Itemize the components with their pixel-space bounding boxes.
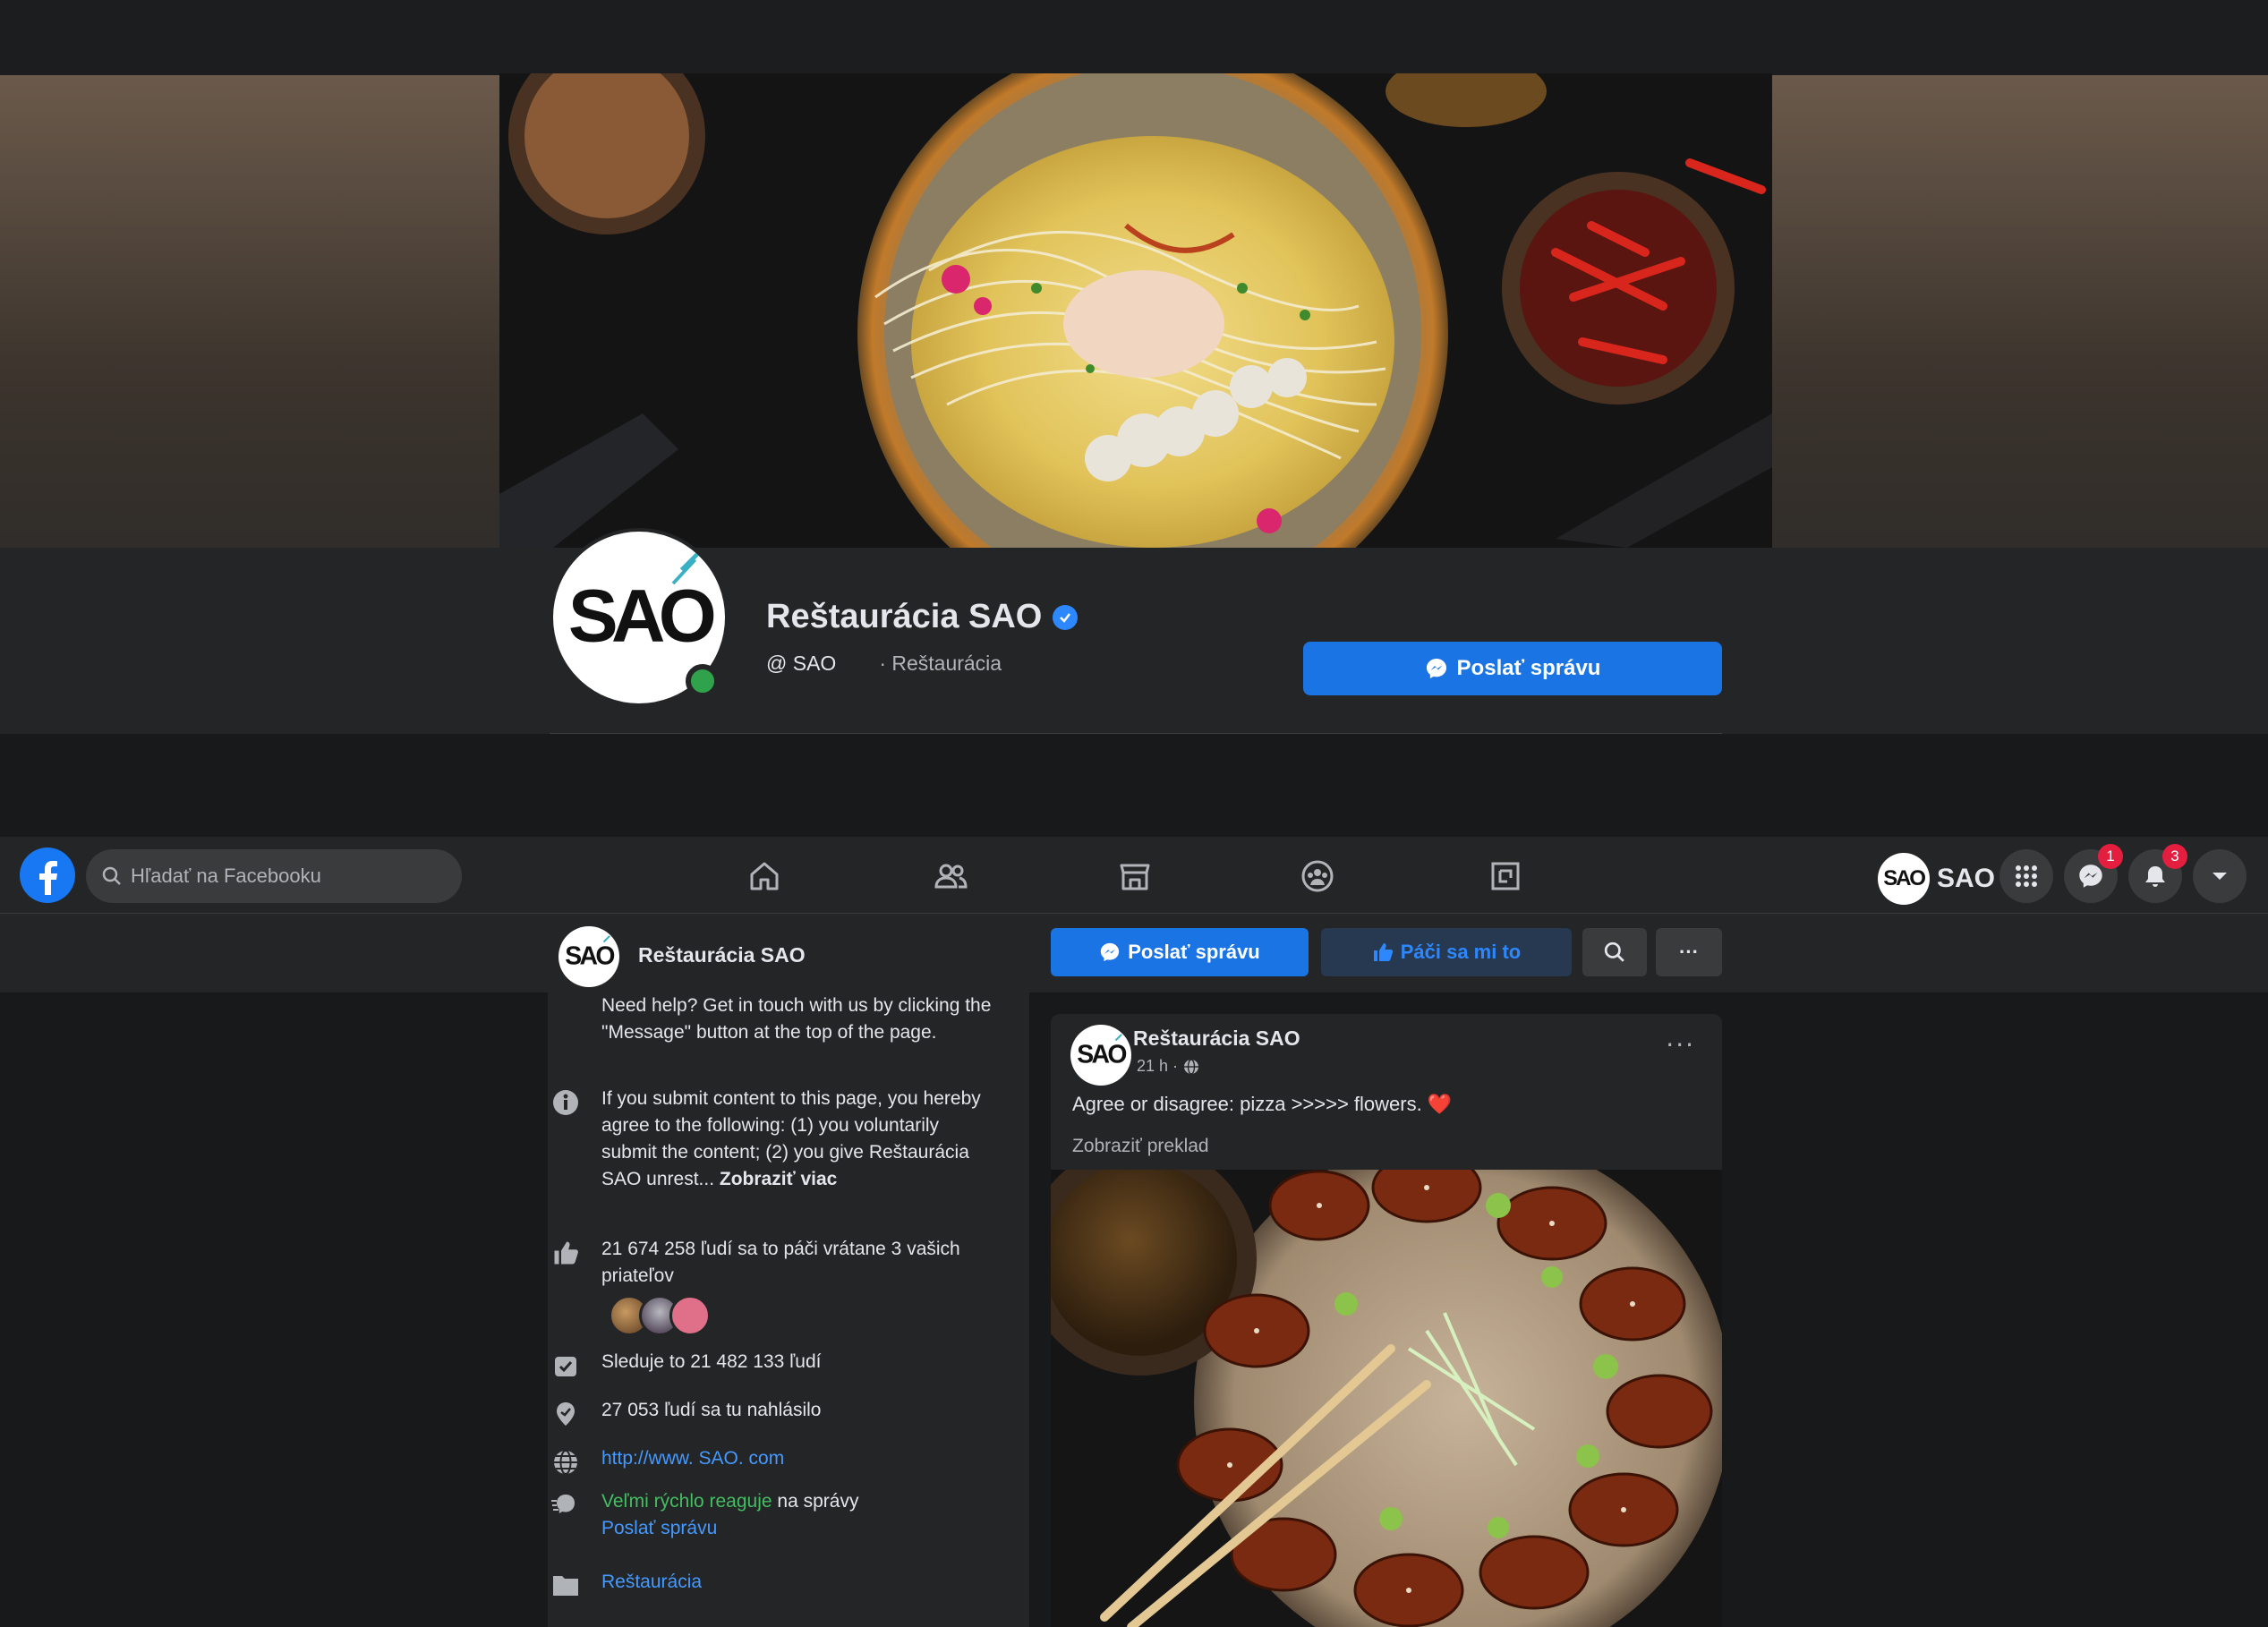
page-name-text: Reštaurácia SAO bbox=[766, 598, 1043, 635]
messenger-button[interactable]: 1 bbox=[2064, 844, 2123, 903]
action-send-message-button[interactable]: Poslať správu bbox=[1051, 928, 1309, 976]
post-photo[interactable] bbox=[1051, 1170, 1722, 1627]
groups-icon[interactable] bbox=[1294, 853, 1341, 899]
profile-shortcut-label: SAO bbox=[1937, 864, 1996, 893]
profile-shortcut[interactable]: SAO SAO bbox=[1878, 853, 1995, 905]
send-message-label: Poslať správu bbox=[1456, 656, 1601, 680]
top-navbar: Hľadať na Facebooku SAO SAO 1 3 bbox=[0, 837, 2268, 914]
notifications-badge: 3 bbox=[2162, 844, 2187, 869]
help-text: Need help? Get in touch with us by click… bbox=[601, 995, 992, 1043]
more-icon: ··· bbox=[1679, 941, 1699, 963]
page-avatar-small[interactable]: SAO bbox=[558, 926, 619, 987]
online-status-dot bbox=[686, 664, 720, 698]
search-icon bbox=[102, 866, 121, 885]
top-band bbox=[0, 0, 2268, 75]
post-meta: 21 h · bbox=[1137, 1057, 1199, 1076]
home-icon[interactable] bbox=[741, 853, 788, 899]
post-time[interactable]: 21 h · bbox=[1137, 1057, 1178, 1076]
response-row: Veľmi rýchlo reaguje na správy Poslať sp… bbox=[548, 1488, 1029, 1542]
friends-icon[interactable] bbox=[927, 853, 974, 899]
action-bar-page-name[interactable]: Reštaurácia SAO bbox=[638, 943, 806, 967]
heart-emoji: ❤️ bbox=[1427, 1093, 1453, 1115]
account-button[interactable] bbox=[2193, 849, 2247, 903]
help-row: Need help? Get in touch with us by click… bbox=[548, 992, 1029, 1046]
post-card: SAO Reštaurácia SAO 21 h · ··· Agree or … bbox=[1051, 1014, 1722, 1627]
checkins-row: 27 053 ľudí sa tu nahlásilo bbox=[548, 1397, 1029, 1427]
more-options-button[interactable]: ··· bbox=[1656, 928, 1722, 976]
page-handle: @ SAO bbox=[766, 652, 837, 675]
website-link[interactable]: http://www. SAO. com bbox=[601, 1445, 995, 1476]
post-text: Agree or disagree: pizza >>>>> flowers. … bbox=[1072, 1093, 1452, 1116]
category-link[interactable]: Reštaurácia bbox=[601, 1569, 995, 1597]
menu-button[interactable] bbox=[1999, 849, 2053, 903]
fast-response-icon bbox=[548, 1488, 584, 1542]
response-send-link[interactable]: Poslať správu bbox=[601, 1518, 717, 1538]
see-translation-link[interactable]: Zobraziť preklad bbox=[1072, 1136, 1209, 1157]
see-more-link[interactable]: Zobraziť viac bbox=[720, 1169, 837, 1189]
mini-logo-text: SAO bbox=[1883, 866, 1925, 890]
intro-card: Need help? Get in touch with us by click… bbox=[548, 992, 1029, 1627]
profile-panel bbox=[0, 548, 2268, 734]
action-send-label: Poslať správu bbox=[1128, 941, 1260, 963]
category-row: Reštaurácia bbox=[548, 1569, 1029, 1597]
messenger-badge: 1 bbox=[2098, 844, 2123, 869]
profile-avatar: SAO bbox=[1878, 853, 1930, 905]
page-category[interactable]: · Reštaurácia bbox=[879, 652, 1002, 676]
search-placeholder: Hľadať na Facebooku bbox=[131, 865, 321, 887]
logo-text: SAO bbox=[568, 574, 714, 658]
search-input[interactable]: Hľadať na Facebooku bbox=[86, 849, 462, 903]
messenger-icon bbox=[1426, 659, 1446, 678]
friend-avatar[interactable] bbox=[669, 1295, 711, 1336]
globe-icon bbox=[548, 1445, 584, 1476]
post-options-button[interactable]: ··· bbox=[1666, 1033, 1695, 1058]
send-message-button[interactable]: Poslať správu bbox=[1303, 642, 1722, 695]
like-page-button[interactable]: Páči sa mi to bbox=[1321, 928, 1572, 976]
like-label: Páči sa mi to bbox=[1400, 941, 1522, 963]
page-subtitle: @ SAO · Reštaurácia bbox=[766, 652, 1002, 676]
chevron-down-icon bbox=[2213, 873, 2227, 880]
info-icon bbox=[548, 1086, 584, 1193]
response-speed: Veľmi rýchlo reaguje bbox=[601, 1491, 772, 1512]
page-action-bar: SAO Reštaurácia SAO Poslať správu Páči s… bbox=[0, 914, 2268, 992]
cover-photo[interactable] bbox=[499, 73, 1772, 548]
divider bbox=[550, 733, 1722, 734]
facebook-logo-icon[interactable] bbox=[20, 848, 75, 903]
grid-menu-icon bbox=[2016, 865, 2037, 887]
checkins-text: 27 053 ľudí sa tu nahlásilo bbox=[601, 1400, 822, 1420]
category-folder-icon bbox=[548, 1569, 584, 1597]
likes-text: 21 674 258 ľudí sa to páči vrátane 3 vaš… bbox=[601, 1239, 960, 1286]
followers-row: Sleduje to 21 482 133 ľudí bbox=[548, 1349, 1029, 1379]
sub-logo-text: SAO bbox=[565, 941, 614, 970]
terms-row: If you submit content to this page, you … bbox=[548, 1086, 1029, 1193]
search-icon bbox=[1604, 941, 1624, 962]
follow-icon bbox=[548, 1349, 584, 1379]
post-author-avatar[interactable]: SAO bbox=[1070, 1025, 1131, 1086]
likes-row: 21 674 258 ľudí sa to páči vrátane 3 vaš… bbox=[548, 1236, 1029, 1290]
verified-badge-icon bbox=[1053, 604, 1079, 630]
page-title: Reštaurácia SAO bbox=[766, 598, 1079, 636]
notifications-button[interactable]: 3 bbox=[2128, 844, 2187, 903]
thumbs-up-icon bbox=[1373, 943, 1393, 961]
location-pin-icon bbox=[548, 1397, 584, 1427]
bell-icon bbox=[2145, 866, 2165, 887]
thumbs-up-icon bbox=[548, 1236, 584, 1290]
post-logo-text: SAO bbox=[1077, 1040, 1126, 1069]
friend-avatars[interactable] bbox=[609, 1295, 711, 1336]
post-author-name[interactable]: Reštaurácia SAO bbox=[1133, 1026, 1300, 1051]
marketplace-icon[interactable] bbox=[1112, 853, 1158, 899]
post-message: Agree or disagree: pizza >>>>> flowers. bbox=[1072, 1093, 1422, 1115]
gaming-icon[interactable] bbox=[1482, 853, 1529, 899]
globe-icon bbox=[1184, 1058, 1199, 1075]
website-row: http://www. SAO. com bbox=[548, 1445, 1029, 1476]
messenger-icon bbox=[1101, 942, 1120, 962]
response-rest: na správy bbox=[772, 1491, 859, 1512]
messenger-icon bbox=[2079, 865, 2102, 888]
page-search-button[interactable] bbox=[1582, 928, 1647, 976]
followers-text: Sleduje to 21 482 133 ľudí bbox=[601, 1351, 822, 1372]
